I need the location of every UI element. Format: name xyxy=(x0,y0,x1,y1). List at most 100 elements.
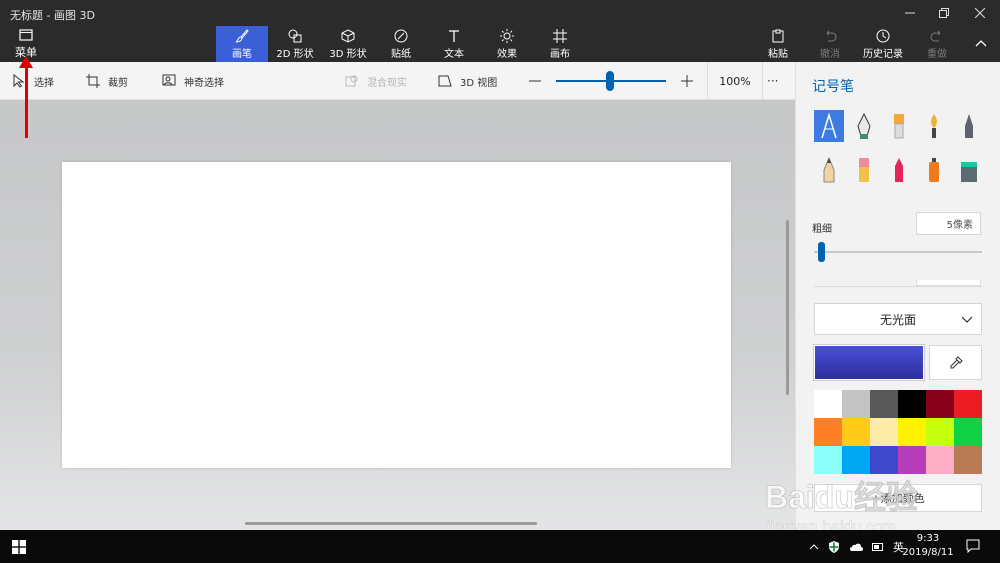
defender-icon[interactable] xyxy=(828,540,840,553)
redo-button[interactable]: 重做 xyxy=(923,26,951,62)
title-bar: 无标题 - 画图 3D 菜单 画笔 2D 形状 3D 形状 贴纸 文本 效果 画… xyxy=(0,0,1000,62)
system-clock[interactable]: 9:33 2019/8/11 xyxy=(898,532,958,560)
color-swatch[interactable] xyxy=(954,390,982,418)
magic-select-tool[interactable]: 神奇选择 xyxy=(162,62,224,100)
color-swatch[interactable] xyxy=(814,446,842,474)
onedrive-icon[interactable] xyxy=(849,542,863,552)
undo-label: 撤消 xyxy=(820,48,840,60)
horizontal-scrollbar[interactable] xyxy=(245,522,537,525)
marker-brush[interactable] xyxy=(814,110,844,142)
tab-text[interactable]: 文本 xyxy=(428,26,480,62)
oil-brush-icon xyxy=(894,114,904,139)
clock-date: 2019/8/11 xyxy=(902,547,954,558)
tab-label: 效果 xyxy=(497,48,517,60)
tab-canvas[interactable]: 画布 xyxy=(534,26,586,62)
close-button[interactable] xyxy=(963,0,997,26)
thickness-input[interactable]: 5像素 xyxy=(916,212,981,235)
3d-shapes-icon xyxy=(341,28,355,43)
history-button[interactable]: 历史记录 xyxy=(860,26,906,62)
tab-stickers[interactable]: 贴纸 xyxy=(375,26,427,62)
finish-dropdown[interactable]: 无光面 xyxy=(814,303,982,335)
color-swatch[interactable] xyxy=(870,418,898,446)
color-swatch[interactable] xyxy=(842,418,870,446)
color-swatch[interactable] xyxy=(842,446,870,474)
pixel-pen-brush[interactable] xyxy=(954,110,984,142)
zoom-slider-thumb[interactable] xyxy=(606,71,614,91)
divider xyxy=(814,286,982,287)
fill-brush[interactable] xyxy=(954,154,984,186)
drawing-canvas[interactable] xyxy=(62,162,731,468)
pencil-brush[interactable] xyxy=(814,154,844,186)
3d-view-label: 3D 视图 xyxy=(460,77,498,89)
current-color-swatch[interactable] xyxy=(813,344,925,381)
thickness-slider-thumb[interactable] xyxy=(818,242,825,262)
thickness-slider-track[interactable] xyxy=(814,251,982,253)
start-button[interactable] xyxy=(0,530,38,563)
crop-label: 裁剪 xyxy=(108,77,128,89)
color-swatch[interactable] xyxy=(842,390,870,418)
minimize-button[interactable] xyxy=(893,0,927,26)
zoom-out-button[interactable] xyxy=(528,62,542,100)
collapse-ribbon-button[interactable] xyxy=(970,26,992,62)
canvas-toolbar: 选择 裁剪 神奇选择 混合现实 3D 视图 ··· xyxy=(0,62,795,100)
history-label: 历史记录 xyxy=(863,48,903,60)
magic-select-icon xyxy=(162,74,176,86)
effects-icon xyxy=(500,28,514,43)
crayon-brush[interactable] xyxy=(884,154,914,186)
zoom-level[interactable]: 100% xyxy=(707,62,763,100)
brush-icon xyxy=(235,28,249,42)
finish-value: 无光面 xyxy=(879,312,916,327)
eyedropper-button[interactable] xyxy=(929,345,982,380)
calligraphy-pen-brush[interactable] xyxy=(849,110,879,142)
tab-effects[interactable]: 效果 xyxy=(481,26,533,62)
color-swatch[interactable] xyxy=(898,418,926,446)
pixel-pen-icon xyxy=(965,114,973,138)
zoom-in-button[interactable] xyxy=(680,62,694,100)
fill-bucket-icon xyxy=(961,162,977,182)
vertical-scrollbar[interactable] xyxy=(786,220,789,395)
oil-brush[interactable] xyxy=(884,110,914,142)
eraser-icon xyxy=(859,158,869,182)
crop-tool[interactable]: 裁剪 xyxy=(86,62,128,100)
color-swatch[interactable] xyxy=(814,418,842,446)
color-swatch[interactable] xyxy=(870,446,898,474)
tab-3d-shapes[interactable]: 3D 形状 xyxy=(322,26,374,62)
tab-2d-shapes[interactable]: 2D 形状 xyxy=(269,26,321,62)
tab-label: 画布 xyxy=(550,48,570,60)
tab-label: 文本 xyxy=(444,48,464,60)
stickers-icon xyxy=(394,29,408,42)
paste-button[interactable]: 粘贴 xyxy=(763,26,793,62)
clock-time: 9:33 xyxy=(916,533,940,544)
color-swatch[interactable] xyxy=(898,390,926,418)
color-swatch[interactable] xyxy=(926,390,954,418)
paste-icon xyxy=(772,29,784,42)
brush-panel: 记号笔 粗细 5像素 无光面 +添加颜色 xyxy=(795,62,1000,530)
3d-view-tool[interactable]: 3D 视图 xyxy=(438,62,497,100)
color-swatch[interactable] xyxy=(954,446,982,474)
mixed-reality-tool[interactable]: 混合现实 xyxy=(345,62,407,100)
windows-logo-icon xyxy=(12,539,26,554)
color-swatch[interactable] xyxy=(870,390,898,418)
add-color-button[interactable]: +添加颜色 xyxy=(814,484,982,512)
color-swatch[interactable] xyxy=(926,446,954,474)
color-swatch[interactable] xyxy=(954,418,982,446)
redo-icon xyxy=(930,30,941,41)
window-title: 无标题 - 画图 3D xyxy=(10,9,95,22)
restore-button[interactable] xyxy=(927,0,961,26)
eraser-brush[interactable] xyxy=(849,154,879,186)
mixed-reality-icon xyxy=(345,75,358,87)
history-icon xyxy=(876,29,890,42)
text-icon xyxy=(449,29,459,42)
notification-icon[interactable] xyxy=(966,539,980,553)
spray-can-brush[interactable] xyxy=(919,154,949,186)
more-label: ··· xyxy=(767,74,779,88)
color-swatch[interactable] xyxy=(898,446,926,474)
color-swatch[interactable] xyxy=(926,418,954,446)
chevron-up-icon[interactable] xyxy=(809,542,819,552)
battery-icon[interactable] xyxy=(872,542,884,552)
more-options-button[interactable]: ··· xyxy=(767,62,778,100)
watercolor-brush[interactable] xyxy=(919,110,949,142)
undo-button[interactable]: 撤消 xyxy=(816,26,844,62)
color-swatch[interactable] xyxy=(814,390,842,418)
tab-brushes[interactable]: 画笔 xyxy=(216,26,268,62)
